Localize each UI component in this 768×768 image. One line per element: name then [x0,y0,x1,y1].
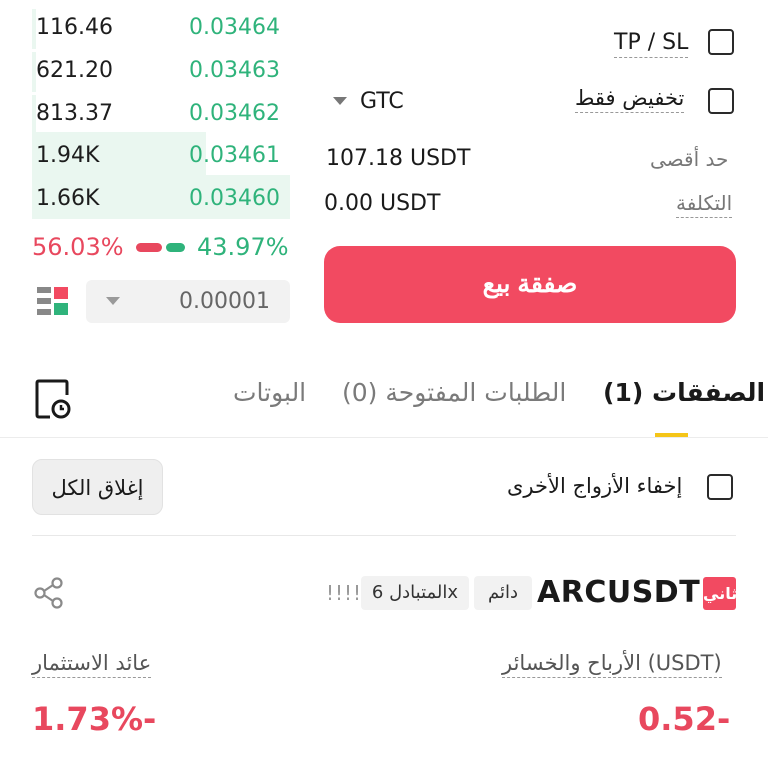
order-price: 0.03462 [189,101,280,126]
position-symbol[interactable]: ARCUSDT [537,575,700,610]
precision-select[interactable]: 0.00001 [86,280,290,323]
sell-ratio: 56.03% [32,233,124,261]
order-qty: 116.46 [36,15,113,40]
reduce-only-label[interactable]: تخفيض فقط [575,86,685,113]
precision-value: 0.00001 [179,289,270,314]
hide-other-pairs-checkbox[interactable] [707,474,733,500]
order-price: 0.03460 [189,186,280,211]
contract-type-tag: دائم [474,576,532,610]
hide-other-pairs-label[interactable]: إخفاء الأزواج الأخرى [507,474,682,498]
tabs-divider [0,437,768,438]
order-qty: 813.37 [36,101,113,126]
max-value: 107.18 USDT [326,146,471,171]
order-price: 0.03461 [189,143,280,168]
order-qty: 1.66K [36,186,100,211]
order-book-row[interactable]: 1.94K 0.03461 [32,132,290,175]
chevron-down-icon [106,297,120,305]
cost-value: 0.00 USDT [324,191,441,216]
section-divider [32,535,736,536]
pnl-value: 0.52- [638,700,731,738]
share-icon[interactable] [32,576,66,610]
tab-positions[interactable]: الصفقات (1) [603,378,765,407]
sell-button[interactable]: صفقة بيع [324,246,736,323]
order-book-row[interactable]: 1.66K 0.03460 [32,175,290,219]
signal-indicator: !!!! [326,581,363,605]
roi-value: 1.73%- [32,700,157,738]
chevron-down-icon[interactable] [333,97,347,105]
pnl-label: الأرباح والخسائر (USDT) [502,651,722,678]
tab-open-orders[interactable]: الطلبات المفتوحة (0) [342,378,566,407]
history-icon[interactable] [34,378,74,420]
close-all-button[interactable]: إغلاق الكل [32,459,163,515]
sell-ratio-bar [136,243,162,252]
order-book-row[interactable]: 813.37 0.03462 [32,95,290,135]
order-qty: 621.20 [36,58,113,83]
tpsl-label[interactable]: TP / SL [614,30,689,58]
roi-label: عائد الاستثمار [32,651,152,678]
order-book-row[interactable]: 116.46 0.03464 [32,9,290,49]
order-qty: 1.94K [36,143,100,168]
tpsl-checkbox[interactable] [708,29,734,55]
buy-ratio: 43.97% [197,233,289,261]
order-price: 0.03464 [189,15,280,40]
max-label: حد أقصى [650,147,729,171]
side-badge: ثاني [703,577,736,610]
order-price: 0.03463 [189,58,280,83]
tab-bots[interactable]: البوتات [233,378,306,407]
buy-ratio-bar [166,243,185,252]
cost-label: التكلفة [676,191,733,218]
time-in-force-select[interactable]: GTC [360,89,404,114]
orderbook-layout-icon[interactable] [36,285,70,319]
order-book-row[interactable]: 621.20 0.03463 [32,52,290,92]
reduce-only-checkbox[interactable] [708,88,734,114]
margin-mode-tag: المتبادل 6x [361,576,469,610]
